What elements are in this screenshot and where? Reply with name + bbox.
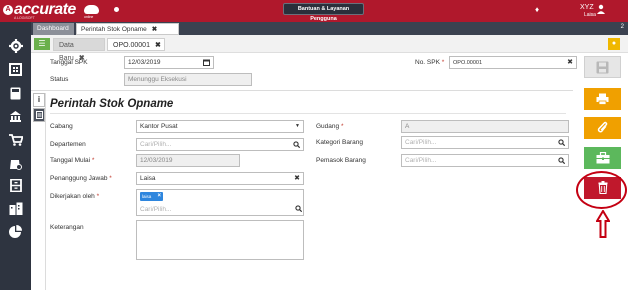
search-icon[interactable] (558, 137, 566, 150)
close-icon[interactable]: ✖ (155, 42, 161, 49)
kategori-barang-input[interactable]: Cari/Pilih... (401, 136, 569, 149)
departemen-label: Departemen (50, 141, 86, 148)
gudang-value: A (405, 123, 410, 130)
pemasok-barang-input[interactable]: Cari/Pilih... (401, 154, 569, 167)
close-icon[interactable]: × (157, 192, 161, 201)
record-tab-bar: ☰ Data Baru ✖ OPO.00001 ✖ ● (31, 35, 628, 62)
gudang-field: A (401, 120, 569, 133)
tab-label: OPO.00001 (113, 42, 150, 49)
tanggal-mulai-value: 12/03/2019 (140, 157, 173, 164)
up-arrow-annotation-icon (596, 210, 610, 238)
logo-subtext: A LOGISOFT (14, 16, 35, 20)
no-spk-label: No. SPK * (415, 59, 445, 66)
calculator-nav-icon[interactable] (0, 83, 31, 105)
open-tab-count[interactable]: 2 (621, 24, 624, 30)
assets-nav-icon[interactable] (0, 198, 31, 220)
cabang-label: Cabang (50, 123, 73, 130)
save-icon (596, 61, 609, 74)
no-spk-value: OPO.00001 (453, 60, 483, 66)
departemen-placeholder: Cari/Pilih... (140, 141, 172, 148)
close-icon[interactable]: ✖ (567, 57, 573, 68)
kategori-barang-label: Kategori Barang (316, 139, 363, 146)
kategori-placeholder: Cari/Pilih... (405, 139, 437, 146)
print-button[interactable] (584, 88, 621, 110)
status-value: Menunggu Eksekusi (128, 76, 187, 83)
tab-record-opo00001[interactable]: OPO.00001 ✖ (107, 38, 165, 51)
logo-mark-icon: A (3, 5, 13, 15)
calendar-icon[interactable] (203, 57, 210, 70)
title-divider (50, 113, 566, 114)
side-tabs: i (33, 93, 45, 122)
building-nav-icon[interactable] (0, 59, 31, 81)
tab-perintah-stok-opname[interactable]: Perintah Stok Opname ✖ (76, 23, 179, 35)
status-field: Menunggu Eksekusi (124, 73, 252, 86)
close-icon[interactable]: ✖ (152, 26, 157, 33)
user-name[interactable]: XYZ (580, 4, 594, 11)
user-icon[interactable] (596, 4, 606, 17)
sales-bag-nav-icon[interactable] (0, 152, 31, 174)
tanggal-spk-value: 12/03/2019 (128, 59, 161, 66)
penanggung-jawab-field[interactable]: Laisa ✖ (136, 172, 304, 185)
dikerjakan-oleh-label: Dikerjakan oleh * (50, 193, 100, 200)
toolbox-icon (596, 151, 609, 164)
pemasok-placeholder: Cari/Pilih... (405, 157, 437, 164)
no-spk-field[interactable]: OPO.00001 ✖ (449, 56, 577, 69)
cabang-select[interactable]: Kantor Pusat ▼ (136, 120, 304, 133)
tanggal-spk-label: Tanggal SPK (50, 59, 88, 66)
penanggung-jawab-value: Laisa (140, 175, 156, 182)
help-button[interactable]: Bantuan & Layanan Pengguna (283, 3, 364, 22)
tab-data-baru[interactable]: Data Baru ✖ (53, 38, 105, 62)
detail-tab-icon[interactable] (33, 108, 45, 122)
penanggung-jawab-label: Penanggung Jawab * (50, 175, 112, 182)
status-label: Status (50, 76, 69, 83)
delete-highlight-ring (576, 171, 627, 209)
search-icon[interactable] (293, 139, 301, 152)
bell-icon[interactable]: ♦ (533, 5, 541, 14)
tab-label: Perintah Stok Opname (81, 26, 147, 33)
print-icon (596, 93, 609, 105)
bank-nav-icon[interactable] (0, 106, 31, 128)
top-bar: A accurate A LOGISOFT online Bantuan & L… (0, 0, 628, 22)
lightbulb-icon[interactable]: ● (608, 38, 620, 50)
close-icon[interactable]: ✖ (294, 173, 300, 184)
window-tab-bar: Dashboard Perintah Stok Opname ✖ 2 (31, 22, 628, 35)
search-icon[interactable] (558, 155, 566, 168)
cart-nav-icon[interactable] (0, 129, 31, 151)
settings-nav-icon[interactable] (0, 35, 31, 57)
user-subname: Laisa (584, 12, 596, 18)
tools-button[interactable] (584, 147, 621, 169)
left-navigation (0, 22, 31, 290)
cabang-value: Kantor Pusat (140, 123, 178, 130)
tanggal-mulai-field: 12/03/2019 (136, 154, 240, 167)
keterangan-textarea[interactable] (136, 220, 304, 260)
list-view-button[interactable]: ☰ (34, 38, 50, 50)
search-icon[interactable] (295, 205, 625, 216)
report-pie-nav-icon[interactable] (0, 221, 31, 243)
app-logo[interactable]: A accurate A LOGISOFT online (0, 0, 104, 22)
cloud-icon (84, 5, 99, 14)
tanggal-spk-field[interactable]: 12/03/2019 (124, 56, 214, 69)
logo-online-text: online (84, 15, 94, 19)
assignee-tag[interactable]: laisa × (140, 192, 163, 201)
pemasok-barang-label: Pemasok Barang (316, 157, 366, 164)
info-icon[interactable]: i (33, 93, 45, 107)
form-title: Perintah Stok Opname (50, 98, 174, 110)
tab-dashboard[interactable]: Dashboard (33, 23, 74, 35)
keterangan-label: Keterangan (50, 224, 84, 231)
attach-button[interactable] (584, 117, 621, 139)
chevron-down-icon[interactable]: ▼ (295, 121, 300, 132)
status-dot-icon (114, 7, 119, 12)
assignee-tag-label: laisa (142, 194, 152, 199)
tanggal-mulai-label: Tanggal Mulai * (50, 157, 95, 164)
gudang-label: Gudang * (316, 123, 344, 130)
inventory-nav-icon[interactable] (0, 175, 31, 197)
save-button[interactable] (584, 56, 621, 78)
departemen-input[interactable]: Cari/Pilih... (136, 138, 304, 151)
header-divider (31, 90, 573, 91)
paperclip-icon (597, 121, 607, 133)
dikerjakan-placeholder: Cari/Pilih... (140, 206, 172, 213)
